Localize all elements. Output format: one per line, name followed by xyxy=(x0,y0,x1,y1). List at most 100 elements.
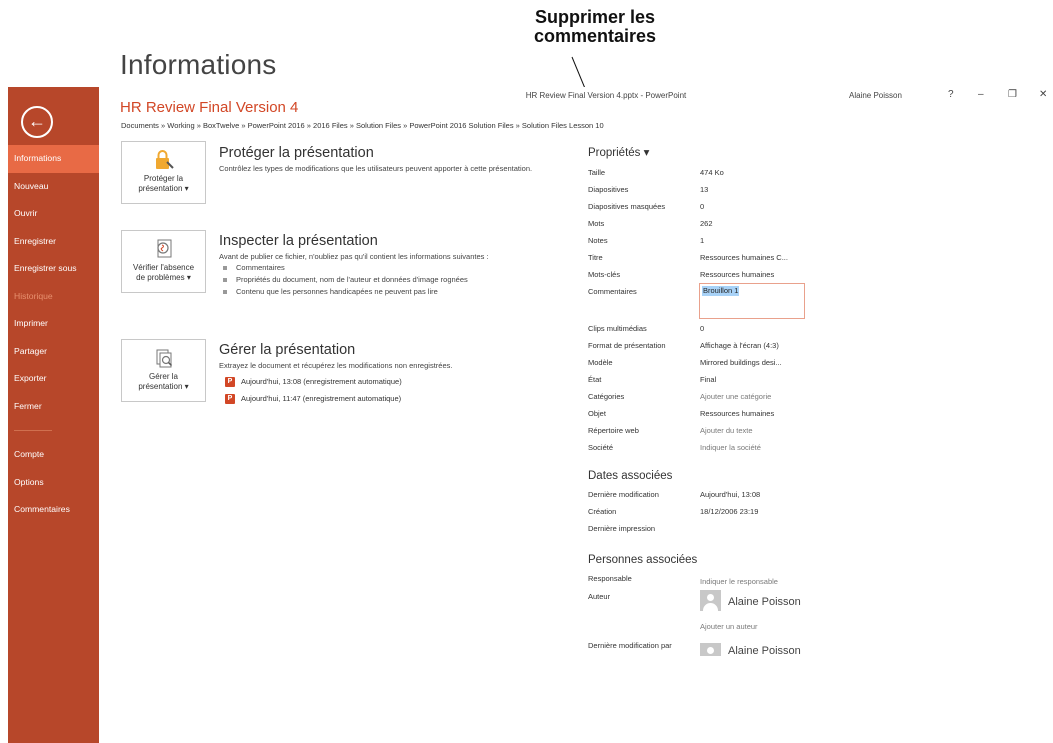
inspect-description: Avant de publier ce fichier, n'oubliez p… xyxy=(219,252,489,261)
comments-selected-text: Brouillon 1 xyxy=(702,286,740,296)
bullet-square xyxy=(223,278,227,283)
prop-label: Catégories xyxy=(588,392,625,401)
inspect-bullet: Contenu que les personnes handicapées ne… xyxy=(219,286,559,298)
help-icon[interactable]: ? xyxy=(948,89,954,100)
back-arrow-icon[interactable]: ← xyxy=(21,106,53,138)
autosave-version-label: Aujourd'hui, 13:08 (enregistrement autom… xyxy=(241,377,402,386)
sidebar-item-ouvrir[interactable]: Ouvrir xyxy=(8,200,99,228)
protect-presentation-button[interactable]: Protéger la présentation ▾ xyxy=(121,141,206,204)
backstage-nav: Informations Nouveau Ouvrir Enregistrer … xyxy=(8,145,99,524)
minimize-icon[interactable]: – xyxy=(978,89,984,100)
prop-value: 262 xyxy=(700,219,713,228)
prop-label: Mots-clés xyxy=(588,270,621,279)
file-name: HR Review Final Version 4 xyxy=(120,99,299,116)
manage-description: Extrayez le document et récupérez les mo… xyxy=(219,361,453,370)
categories-field[interactable]: Ajouter une catégorie xyxy=(700,392,771,401)
backstage-sidebar: ← Informations Nouveau Ouvrir Enregistre… xyxy=(8,87,99,743)
inspect-bullet: Propriétés du document, nom de l'auteur … xyxy=(219,274,559,286)
prop-value: 0 xyxy=(700,202,705,211)
prop-label: Notes xyxy=(588,236,608,245)
prop-label: Clips multimédias xyxy=(588,324,647,333)
manager-field[interactable]: Indiquer le responsable xyxy=(700,577,778,586)
prop-value: Affichage à l'écran (4:3) xyxy=(700,341,779,350)
sidebar-item-enregistrer-sous[interactable]: Enregistrer sous xyxy=(8,255,99,283)
inspect-tile-label-1: Vérifier l'absence xyxy=(132,263,195,272)
inspect-bullet-text: Commentaires xyxy=(236,263,285,272)
breadcrumb[interactable]: Documents » Working » BoxTwelve » PowerP… xyxy=(121,121,604,130)
keywords-field[interactable]: Ressources humaines xyxy=(700,270,774,279)
check-for-issues-button[interactable]: Vérifier l'absence de problèmes ▾ xyxy=(121,230,206,293)
sidebar-item-partager[interactable]: Partager xyxy=(8,338,99,366)
prop-label: Taille xyxy=(588,168,606,177)
manage-section: Gérer la présentation Extrayez le docume… xyxy=(219,342,559,407)
date-value: Aujourd'hui, 13:08 xyxy=(700,490,761,499)
protect-description: Contrôlez les types de modifications que… xyxy=(219,164,533,173)
pptx-file-icon: P xyxy=(225,394,235,405)
comments-field[interactable]: Brouillon 1 xyxy=(699,283,805,319)
author-label: Auteur xyxy=(588,592,611,601)
inspect-bullet-text: Propriétés du document, nom de l'auteur … xyxy=(236,275,468,284)
bullet-square xyxy=(223,290,227,295)
prop-label: Diapositives masquées xyxy=(588,202,666,211)
sidebar-item-historique: Historique xyxy=(14,290,53,301)
date-label: Dernière impression xyxy=(588,524,656,533)
sidebar-item-exporter[interactable]: Exporter xyxy=(8,365,99,393)
sidebar-item-compte[interactable]: Compte xyxy=(8,441,99,469)
sidebar-item-enregistrer[interactable]: Enregistrer xyxy=(8,228,99,256)
last-modified-name[interactable]: Alaine Poisson xyxy=(728,645,801,656)
hyperlink-base-field[interactable]: Ajouter du texte xyxy=(700,426,753,435)
prop-label: Société xyxy=(588,443,614,452)
manage-document-icon xyxy=(156,349,172,368)
prop-value: 1 xyxy=(700,236,705,245)
protect-section: Protéger la présentation Contrôlez les t… xyxy=(219,145,559,174)
last-modified-avatar xyxy=(700,643,721,656)
inspect-tile-label-2: de problèmes ▾ xyxy=(136,273,191,282)
autosave-version[interactable]: P Aujourd'hui, 11:47 (enregistrement auto… xyxy=(219,390,559,407)
autosave-version[interactable]: P Aujourd'hui, 13:08 (enregistrement auto… xyxy=(219,373,559,390)
inspect-bullet: Commentaires xyxy=(219,262,559,274)
sidebar-item-commentaires[interactable]: Commentaires xyxy=(8,496,99,524)
add-author-link[interactable]: Ajouter un auteur xyxy=(700,622,758,631)
prop-label: Modèle xyxy=(588,358,613,367)
prop-value: 0 xyxy=(700,324,705,333)
pptx-file-icon: P xyxy=(225,377,235,388)
annotation-line-2: commentaires xyxy=(533,26,657,46)
comments-label: Commentaires xyxy=(588,287,637,296)
inspect-section: Inspecter la présentation Avant de publi… xyxy=(219,233,559,298)
autosave-version-label: Aujourd'hui, 11:47 (enregistrement autom… xyxy=(241,394,402,403)
sidebar-item-informations[interactable]: Informations xyxy=(8,145,99,173)
prop-label: Mots xyxy=(588,219,605,228)
author-avatar xyxy=(700,590,721,611)
lock-icon xyxy=(155,150,174,169)
date-label: Dernière modification xyxy=(588,490,659,499)
signed-in-user[interactable]: Alaine Poisson xyxy=(849,91,902,100)
sidebar-item-imprimer[interactable]: Imprimer xyxy=(8,310,99,338)
status-field[interactable]: Final xyxy=(700,375,716,384)
prop-label: Diapositives xyxy=(588,185,629,194)
close-icon[interactable]: ✕ xyxy=(1039,89,1047,100)
properties-dropdown[interactable]: Propriétés ▾ xyxy=(588,145,649,159)
sidebar-item-fermer[interactable]: Fermer xyxy=(8,393,99,421)
prop-label: Titre xyxy=(588,253,603,262)
manage-tile-label-2: présentation ▾ xyxy=(138,382,189,391)
related-dates-heading: Dates associées xyxy=(588,470,673,482)
prop-label: Répertoire web xyxy=(588,426,639,435)
restore-icon[interactable]: ❐ xyxy=(1008,89,1017,100)
manage-tile-label-1: Gérer la xyxy=(149,372,178,381)
protect-tile-label-2: présentation ▾ xyxy=(138,184,189,193)
sidebar-item-nouveau[interactable]: Nouveau xyxy=(8,173,99,201)
protect-heading: Protéger la présentation xyxy=(219,145,374,161)
prop-label: État xyxy=(588,375,602,384)
subject-field[interactable]: Ressources humaines xyxy=(700,409,774,418)
inspect-heading: Inspecter la présentation xyxy=(219,233,378,249)
manager-label: Responsable xyxy=(588,574,632,583)
sidebar-item-options[interactable]: Options xyxy=(8,469,99,497)
company-field[interactable]: Indiquer la société xyxy=(700,443,761,452)
annotation-callout: Supprimer les commentaires xyxy=(495,8,695,46)
manage-presentation-button[interactable]: Gérer la présentation ▾ xyxy=(121,339,206,402)
prop-value: 13 xyxy=(700,185,709,194)
last-modified-by-label: Dernière modification par xyxy=(588,641,672,650)
prop-label: Format de présentation xyxy=(588,341,666,350)
author-name[interactable]: Alaine Poisson xyxy=(728,596,801,608)
title-field[interactable]: Ressources humaines C... xyxy=(700,253,788,262)
